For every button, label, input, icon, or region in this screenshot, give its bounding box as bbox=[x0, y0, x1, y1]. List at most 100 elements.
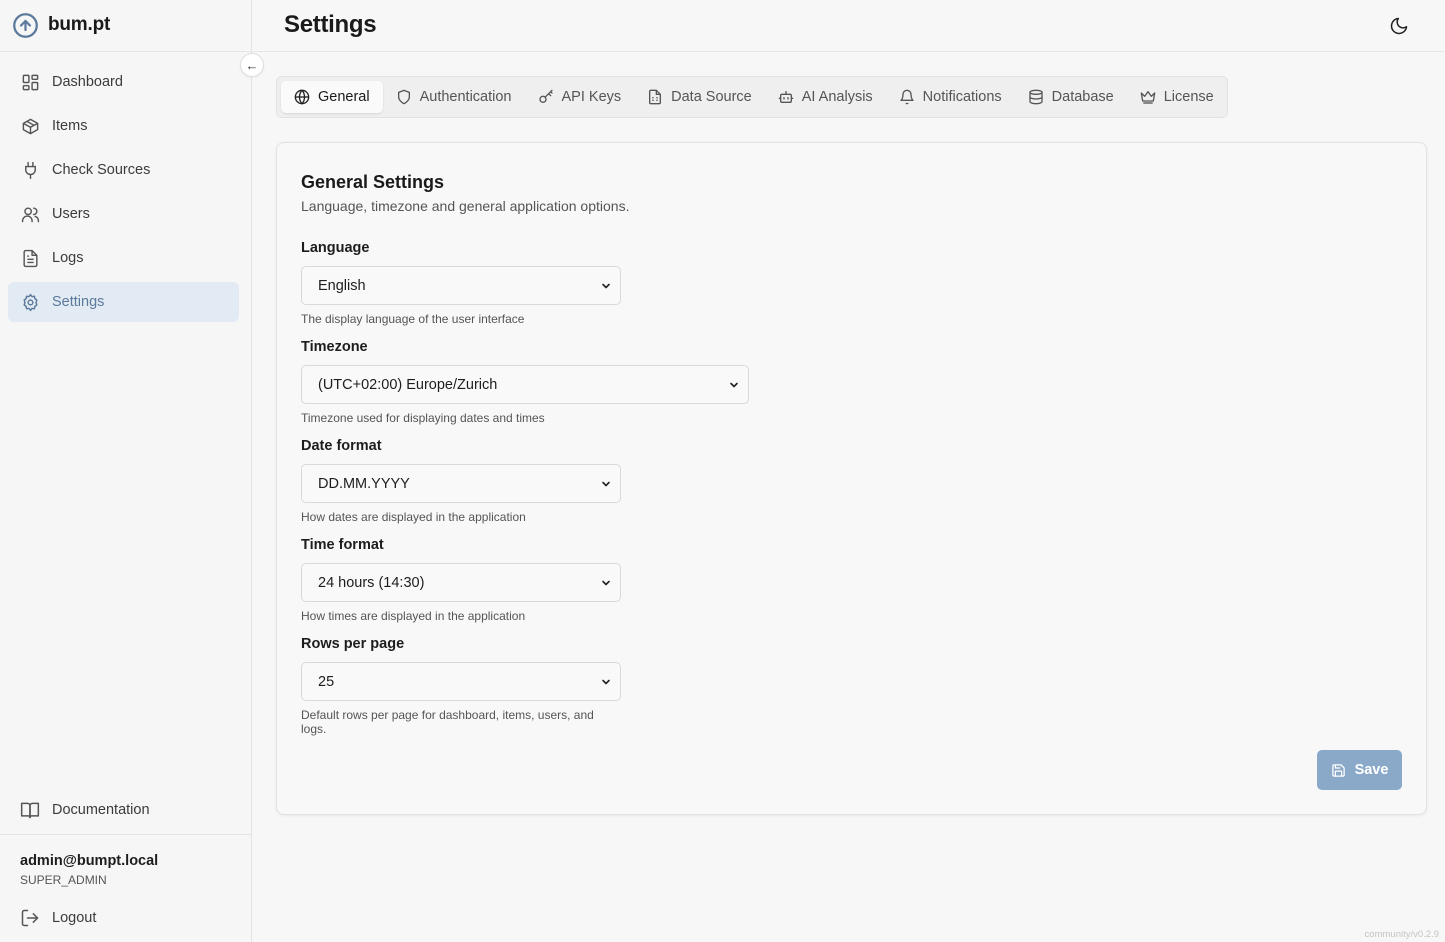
card-subtitle: Language, timezone and general applicati… bbox=[301, 198, 630, 214]
time-format-field: Time format 24 hours (14:30) How times a… bbox=[301, 537, 621, 623]
brand-name: bum.pt bbox=[48, 14, 111, 35]
brand[interactable]: bum.pt bbox=[12, 10, 110, 40]
database-icon bbox=[1028, 89, 1044, 105]
save-label: Save bbox=[1354, 762, 1389, 778]
sidebar-item-label: Logs bbox=[52, 250, 84, 266]
tab-label: API Keys bbox=[561, 89, 622, 105]
sidebar-item-logs[interactable]: Logs bbox=[8, 238, 239, 278]
tab-label: Authentication bbox=[419, 89, 512, 105]
box-icon bbox=[20, 116, 40, 136]
timezone-select[interactable]: (UTC+02:00) Europe/Zurich bbox=[301, 365, 749, 404]
tab-label: Data Source bbox=[671, 89, 752, 105]
documentation-link[interactable]: Documentation bbox=[8, 790, 239, 830]
crown-icon bbox=[1140, 89, 1156, 105]
moon-icon bbox=[1390, 17, 1408, 35]
tab-ai-analysis[interactable]: AI Analysis bbox=[765, 81, 886, 113]
field-hint: How times are displayed in the applicati… bbox=[301, 609, 526, 623]
sidebar-item-settings[interactable]: Settings bbox=[8, 282, 239, 322]
sidebar-item-label: Dashboard bbox=[52, 74, 123, 90]
sidebar-item-label: Settings bbox=[52, 294, 105, 310]
select-value: 25 bbox=[318, 673, 335, 690]
sidebar-item-label: Items bbox=[52, 118, 88, 134]
tab-label: AI Analysis bbox=[801, 89, 873, 105]
user-role: SUPER_ADMIN bbox=[20, 873, 107, 887]
sidebar: bum.pt Dashboard Items Check Sources Use… bbox=[0, 0, 252, 942]
tab-label: License bbox=[1163, 89, 1214, 105]
users-icon bbox=[20, 204, 40, 224]
language-field: Language English The display language of… bbox=[301, 240, 621, 326]
version-label: community/v0.2.9 bbox=[1364, 929, 1439, 940]
plug-icon bbox=[20, 160, 40, 180]
arrow-left-icon: ← bbox=[245, 57, 259, 73]
tab-label: Database bbox=[1051, 89, 1114, 105]
divider bbox=[0, 51, 252, 52]
timezone-field: Timezone (UTC+02:00) Europe/Zurich Timez… bbox=[301, 339, 749, 425]
shield-icon bbox=[396, 89, 412, 105]
select-value: English bbox=[318, 277, 366, 294]
tab-data-source[interactable]: Data Source bbox=[634, 81, 765, 113]
rows-per-page-field: Rows per page 25 Default rows per page f… bbox=[301, 636, 621, 736]
book-open-icon bbox=[20, 800, 40, 820]
theme-toggle-button[interactable] bbox=[1387, 14, 1411, 38]
card-title: General Settings bbox=[301, 172, 445, 192]
sidebar-item-items[interactable]: Items bbox=[8, 106, 239, 146]
tab-api-keys[interactable]: API Keys bbox=[525, 81, 635, 113]
chevron-down-icon bbox=[600, 478, 612, 490]
sidebar-item-label: Check Sources bbox=[52, 162, 151, 178]
field-hint: Default rows per page for dashboard, ite… bbox=[301, 708, 594, 736]
date-format-select[interactable]: DD.MM.YYYY bbox=[301, 464, 621, 503]
select-value: (UTC+02:00) Europe/Zurich bbox=[318, 376, 498, 393]
chevron-down-icon bbox=[728, 379, 740, 391]
sidebar-item-label: Users bbox=[52, 206, 90, 222]
select-value: 24 hours (14:30) bbox=[318, 574, 425, 591]
chevron-down-icon bbox=[600, 676, 612, 688]
sidebar-nav: Dashboard Items Check Sources Users Logs… bbox=[8, 62, 239, 326]
file-sheet-icon bbox=[647, 89, 663, 105]
header: Settings bbox=[252, 0, 1445, 52]
field-hint: The display language of the user interfa… bbox=[301, 312, 525, 326]
tab-notifications[interactable]: Notifications bbox=[886, 81, 1015, 113]
logout-button[interactable]: Logout bbox=[20, 908, 96, 928]
sidebar-item-check-sources[interactable]: Check Sources bbox=[8, 150, 239, 190]
key-icon bbox=[538, 89, 554, 105]
date-format-field: Date format DD.MM.YYYY How dates are dis… bbox=[301, 438, 621, 524]
field-hint: How dates are displayed in the applicati… bbox=[301, 510, 526, 524]
field-label: Rows per page bbox=[301, 636, 405, 652]
user-email: admin@bumpt.local bbox=[20, 853, 159, 869]
bot-icon bbox=[778, 89, 794, 105]
sidebar-item-dashboard[interactable]: Dashboard bbox=[8, 62, 239, 102]
globe-icon bbox=[294, 89, 310, 105]
divider bbox=[0, 834, 252, 835]
language-select[interactable]: English bbox=[301, 266, 621, 305]
field-label: Timezone bbox=[301, 339, 368, 355]
gear-icon bbox=[20, 292, 40, 312]
time-format-select[interactable]: 24 hours (14:30) bbox=[301, 563, 621, 602]
select-value: DD.MM.YYYY bbox=[318, 475, 410, 492]
general-settings-card: General Settings Language, timezone and … bbox=[276, 142, 1427, 815]
save-button[interactable]: Save bbox=[1317, 750, 1402, 790]
field-hint: Timezone used for displaying dates and t… bbox=[301, 411, 545, 425]
collapse-sidebar-button[interactable]: ← bbox=[240, 53, 264, 77]
file-text-icon bbox=[20, 248, 40, 268]
sidebar-item-users[interactable]: Users bbox=[8, 194, 239, 234]
documentation-label: Documentation bbox=[52, 802, 150, 818]
field-label: Date format bbox=[301, 438, 382, 454]
tab-label: Notifications bbox=[922, 89, 1002, 105]
rows-per-page-select[interactable]: 25 bbox=[301, 662, 621, 701]
save-icon bbox=[1331, 763, 1345, 777]
tab-label: General bbox=[318, 89, 370, 105]
tab-general[interactable]: General bbox=[281, 81, 383, 113]
field-label: Language bbox=[301, 240, 370, 256]
tab-license[interactable]: License bbox=[1127, 81, 1227, 113]
field-label: Time format bbox=[301, 537, 384, 553]
chevron-down-icon bbox=[600, 280, 612, 292]
page-title: Settings bbox=[284, 11, 377, 38]
logout-label: Logout bbox=[52, 910, 97, 926]
logout-icon bbox=[20, 908, 40, 928]
arrow-up-circle-icon bbox=[13, 12, 38, 38]
settings-tabs: General Authentication API Keys Data Sou… bbox=[276, 76, 1228, 118]
bell-icon bbox=[899, 89, 915, 105]
tab-database[interactable]: Database bbox=[1015, 81, 1127, 113]
dashboard-icon bbox=[20, 72, 40, 92]
tab-authentication[interactable]: Authentication bbox=[383, 81, 525, 113]
